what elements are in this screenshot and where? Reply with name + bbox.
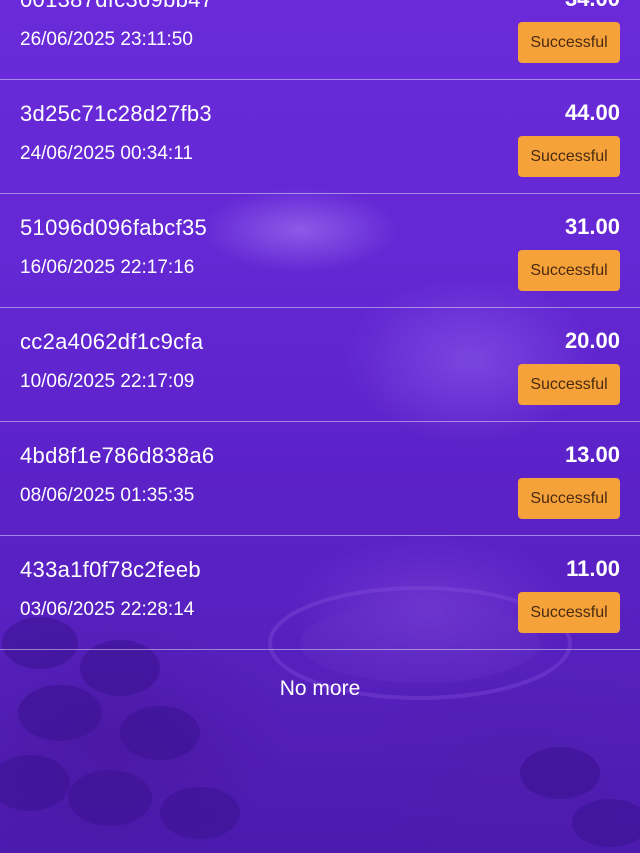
amount: 11.00 (566, 556, 620, 581)
transaction-row[interactable]: 433a1f0f78c2feeb 11.00 03/06/2025 22:28:… (0, 537, 640, 650)
status-badge[interactable]: Successful (518, 250, 620, 291)
order-id: 3d25c71c28d27fb3 (20, 101, 212, 126)
transaction-datetime: 16/06/2025 22:17:16 (20, 257, 195, 278)
transaction-datetime: 24/06/2025 00:34:11 (20, 143, 193, 164)
transaction-datetime: 10/06/2025 22:17:09 (20, 371, 195, 392)
transaction-row[interactable]: 4bd8f1e786d838a6 13.00 08/06/2025 01:35:… (0, 423, 640, 536)
status-badge[interactable]: Successful (518, 592, 620, 633)
transaction-datetime: 03/06/2025 22:28:14 (20, 599, 195, 620)
order-id: 433a1f0f78c2feeb (20, 557, 201, 582)
order-id: 001387dfc369bb47 (20, 0, 213, 13)
amount: 13.00 (564, 442, 620, 467)
no-more-label: No more (279, 677, 361, 700)
amount: 31.00 (564, 214, 620, 239)
amount: 34.00 (565, 0, 620, 12)
transaction-row[interactable]: 51096d096fabcf35 31.00 16/06/2025 22:17:… (0, 195, 640, 308)
amount: 44.00 (564, 100, 620, 125)
transaction-row[interactable]: cc2a4062df1c9cfa 20.00 10/06/2025 22:17:… (0, 309, 640, 422)
transaction-datetime: 08/06/2025 01:35:35 (20, 485, 195, 506)
status-badge[interactable]: Successful (518, 478, 620, 519)
order-id: cc2a4062df1c9cfa (20, 329, 204, 354)
amount: 20.00 (564, 328, 620, 353)
transaction-datetime: 26/06/2025 23:11:50 (20, 29, 193, 50)
status-badge[interactable]: Successful (518, 364, 620, 405)
status-badge[interactable]: Successful (518, 136, 620, 177)
order-id: 51096d096fabcf35 (20, 215, 208, 240)
status-badge[interactable]: Successful (518, 22, 620, 63)
transaction-row[interactable]: 3d25c71c28d27fb3 44.00 24/06/2025 00:34:… (0, 81, 640, 194)
transaction-row[interactable]: 001387dfc369bb47 34.00 26/06/2025 23:11:… (0, 0, 640, 80)
order-id: 4bd8f1e786d838a6 (20, 443, 215, 468)
